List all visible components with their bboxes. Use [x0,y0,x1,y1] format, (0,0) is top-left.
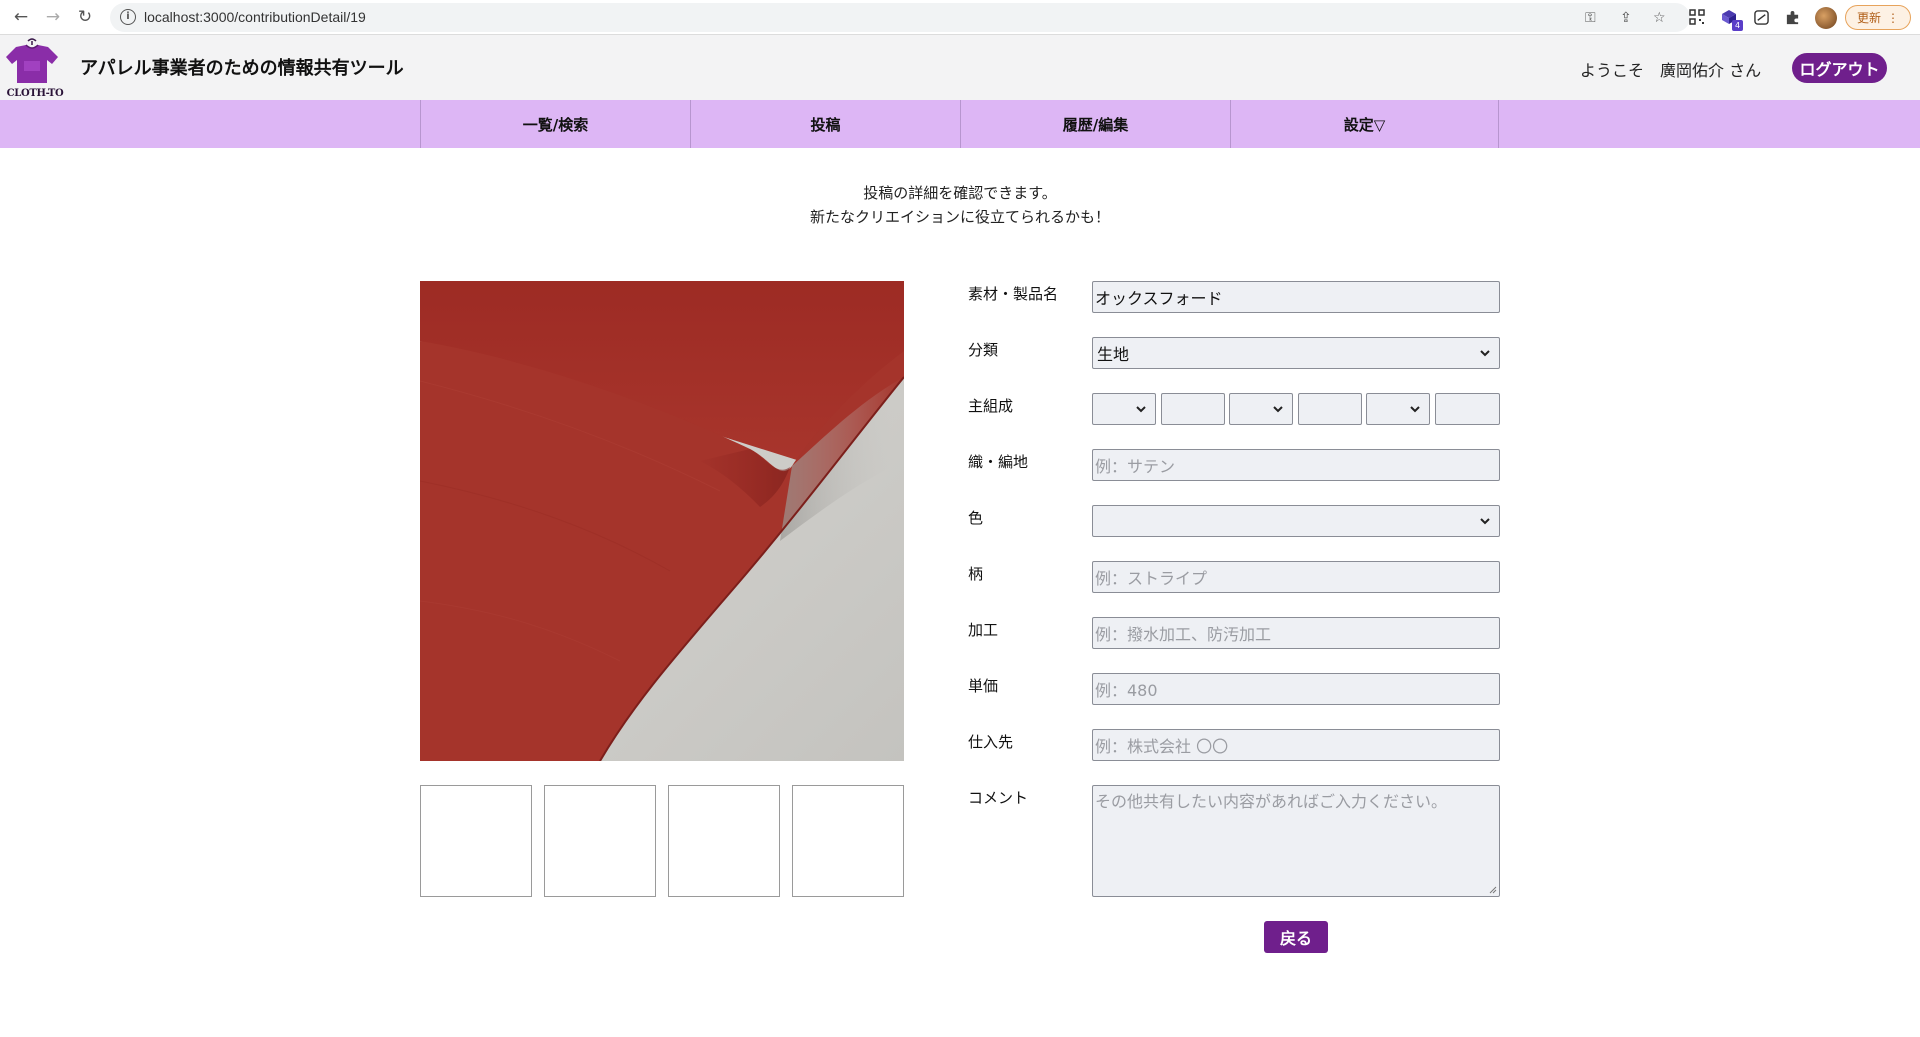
main-nav: 一覧/検索 投稿 履歴/編集 設定▽ [0,100,1920,148]
supplier-label: 仕入先 [968,733,1014,751]
nav-divider [1498,100,1499,148]
more-menu-icon: ⋮ [1887,10,1899,25]
forward-arrow-icon[interactable]: → [42,6,64,28]
category-value: 生地 [1097,345,1130,364]
profile-avatar[interactable] [1815,7,1837,29]
chevron-down-icon [1480,350,1490,357]
comment-label: コメント [968,789,1029,807]
extension-badge: 4 [1732,20,1743,31]
browser-update-button[interactable]: 更新 ⋮ [1845,5,1911,30]
composition-fiber-select-2[interactable] [1229,393,1293,425]
color-label: 色 [968,509,984,527]
key-icon[interactable]: ⚿ [1585,10,1596,26]
composition-percent-input-1[interactable] [1161,393,1225,425]
resize-grip-icon[interactable] [1489,886,1497,894]
url-text: localhost:3000/contributionDetail/19 [144,9,366,25]
chevron-down-icon [1410,406,1420,413]
welcome-message: ようこそ 廣岡佑介 さん [1580,57,1761,81]
address-bar[interactable]: i localhost:3000/contributionDetail/19 ⚿… [110,3,1690,32]
intro-line-1: 投稿の詳細を確認できます。 [863,184,1057,202]
site-info-icon[interactable]: i [120,9,136,25]
site-header: CLOTH-TO アパレル事業者のための情報共有ツール ようこそ 廣岡佑介 さん … [0,35,1920,100]
nav-item-list-search[interactable]: 一覧/検索 [420,100,690,148]
category-select[interactable]: 生地 [1092,337,1500,369]
shirt-logo-icon [6,38,58,83]
extension-cube-icon[interactable]: 4 [1720,8,1743,31]
cloth-to-logo[interactable]: CLOTH-TO [2,37,64,99]
composition-fiber-select-1[interactable] [1092,393,1156,425]
chevron-down-icon [1136,406,1146,413]
weave-field[interactable]: 例：サテン [1092,449,1500,481]
site-title: アパレル事業者のための情報共有ツール [80,58,404,79]
nav-item-post[interactable]: 投稿 [690,100,960,148]
product-main-image [420,281,904,761]
unit-price-field[interactable]: 例：480 [1092,673,1500,705]
thumbnail-slot-4[interactable] [792,785,904,897]
color-select[interactable] [1092,505,1500,537]
product-name-label: 素材・製品名 [968,285,1059,303]
reload-icon[interactable]: ↻ [74,6,96,28]
comment-placeholder: その他共有したい内容があればご入力ください。 [1095,792,1448,811]
nav-item-settings[interactable]: 設定▽ [1230,100,1498,148]
comment-textarea[interactable]: その他共有したい内容があればご入力ください。 [1092,785,1500,897]
share-icon[interactable]: ⇪ [1620,10,1632,26]
category-label: 分類 [968,341,999,359]
back-button[interactable]: 戻る [1264,921,1328,953]
star-icon[interactable]: ☆ [1653,10,1666,26]
update-label: 更新 [1856,11,1881,25]
logo-text: CLOTH-TO [6,88,64,99]
pattern-field[interactable]: 例：ストライプ [1092,561,1500,593]
send-icon[interactable] [1752,8,1770,26]
user-name: 廣岡佑介 さん [1660,61,1762,80]
chevron-down-icon [1273,406,1283,413]
pattern-label: 柄 [968,565,984,583]
browser-toolbar: ← → ↻ i localhost:3000/contributionDetai… [0,0,1920,35]
logout-button[interactable]: ログアウト [1792,53,1887,83]
unit-price-label: 単価 [968,677,999,695]
thumbnail-slot-1[interactable] [420,785,532,897]
composition-percent-input-2[interactable] [1298,393,1362,425]
back-arrow-icon[interactable]: ← [10,6,32,28]
weave-label: 織・編地 [968,453,1029,471]
nav-item-history-edit[interactable]: 履歴/編集 [960,100,1230,148]
welcome-label: ようこそ [1580,61,1645,80]
processing-label: 加工 [968,621,999,639]
puzzle-icon[interactable] [1783,8,1801,26]
intro-text: 投稿の詳細を確認できます。 新たなクリエイションに役立てられるかも！ [0,181,1920,229]
composition-percent-input-3[interactable] [1435,393,1500,425]
intro-line-2: 新たなクリエイションに役立てられるかも！ [809,208,1110,226]
supplier-field[interactable]: 例：株式会社 〇〇 [1092,729,1500,761]
product-name-field[interactable]: オックスフォード [1092,281,1500,313]
composition-label: 主組成 [968,397,1014,415]
chevron-down-icon [1480,518,1490,525]
qr-code-icon[interactable] [1688,8,1706,26]
thumbnail-slot-2[interactable] [544,785,656,897]
composition-fiber-select-3[interactable] [1366,393,1430,425]
processing-field[interactable]: 例：撥水加工、防汚加工 [1092,617,1500,649]
thumbnail-slot-3[interactable] [668,785,780,897]
